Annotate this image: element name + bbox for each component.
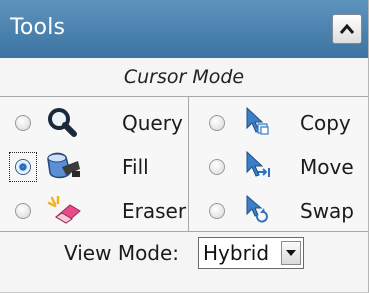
copy-cursor-icon [246, 106, 269, 135]
radio-fill[interactable] [15, 159, 31, 175]
eraser-label: Eraser [122, 199, 187, 223]
radio-move[interactable] [209, 159, 225, 175]
swap-cursor-icon [246, 194, 268, 223]
copy-label: Copy [300, 111, 351, 135]
view-mode-row: View Mode: Hybrid [0, 231, 368, 275]
cursor-row-2: Fill Move [0, 145, 368, 189]
fill-label: Fill [122, 155, 149, 179]
eraser-icon [47, 195, 81, 224]
cursor-row-3: Eraser Swap [0, 189, 368, 233]
chevron-up-icon [339, 23, 355, 34]
radio-eraser[interactable] [15, 203, 31, 219]
chevron-down-icon [286, 250, 296, 256]
move-label: Move [300, 155, 354, 179]
swap-label: Swap [300, 199, 355, 223]
radio-swap[interactable] [209, 203, 225, 219]
view-mode-label: View Mode: [64, 241, 180, 265]
magnifier-icon [48, 108, 77, 137]
radio-copy[interactable] [209, 115, 225, 131]
view-mode-value: Hybrid [203, 241, 270, 265]
query-label: Query [122, 111, 183, 135]
tools-panel: Tools Cursor Mode Query Copy Fill Move E… [0, 0, 369, 293]
cursor-row-1: Query Copy [0, 101, 368, 145]
panel-titlebar: Tools [0, 0, 368, 59]
paint-bucket-icon [47, 152, 80, 179]
view-mode-select[interactable]: Hybrid [198, 237, 304, 269]
radio-query[interactable] [15, 115, 31, 131]
dropdown-button[interactable] [281, 241, 301, 265]
move-cursor-icon [246, 150, 270, 177]
collapse-button[interactable] [332, 14, 362, 44]
cursor-mode-label: Cursor Mode [0, 58, 368, 96]
panel-title: Tools [10, 15, 66, 40]
